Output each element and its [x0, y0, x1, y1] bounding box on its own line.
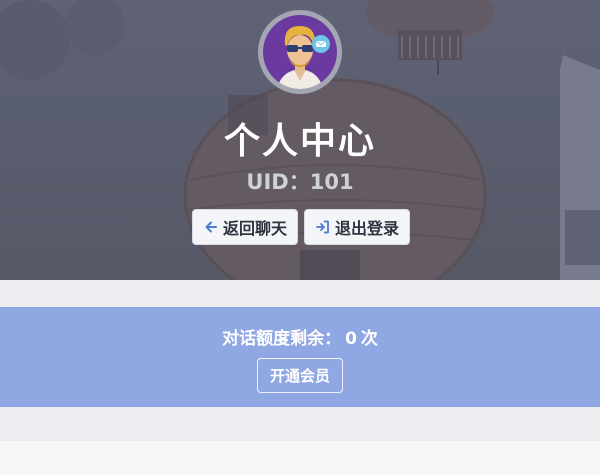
- section-divider: [0, 407, 600, 441]
- sign-in-icon: [316, 220, 329, 234]
- user-avatar-icon: [277, 25, 330, 89]
- quota-value: 0: [345, 329, 357, 349]
- user-uid: UID：101: [246, 170, 354, 194]
- logout-button[interactable]: 退出登录: [304, 209, 410, 245]
- content-area: [0, 441, 600, 475]
- divider: [0, 280, 600, 307]
- quota-label: 对话额度剩余：: [222, 329, 342, 349]
- quota-remaining: 对话额度剩余： 0 次: [0, 324, 600, 349]
- open-membership-button[interactable]: 开通会员: [257, 358, 343, 393]
- back-to-chat-label: 返回聊天: [222, 219, 287, 238]
- quota-unit: 次: [360, 329, 378, 349]
- arrow-left-icon: [205, 221, 217, 233]
- profile-header: 个人中心 UID：101 返回聊天 退出登录: [0, 0, 600, 280]
- back-to-chat-button[interactable]: 返回聊天: [192, 209, 298, 245]
- page-title: 个人中心: [223, 121, 376, 162]
- logout-label: 退出登录: [334, 219, 399, 238]
- quota-panel: 对话额度剩余： 0 次 开通会员: [0, 307, 600, 407]
- avatar[interactable]: [258, 10, 342, 94]
